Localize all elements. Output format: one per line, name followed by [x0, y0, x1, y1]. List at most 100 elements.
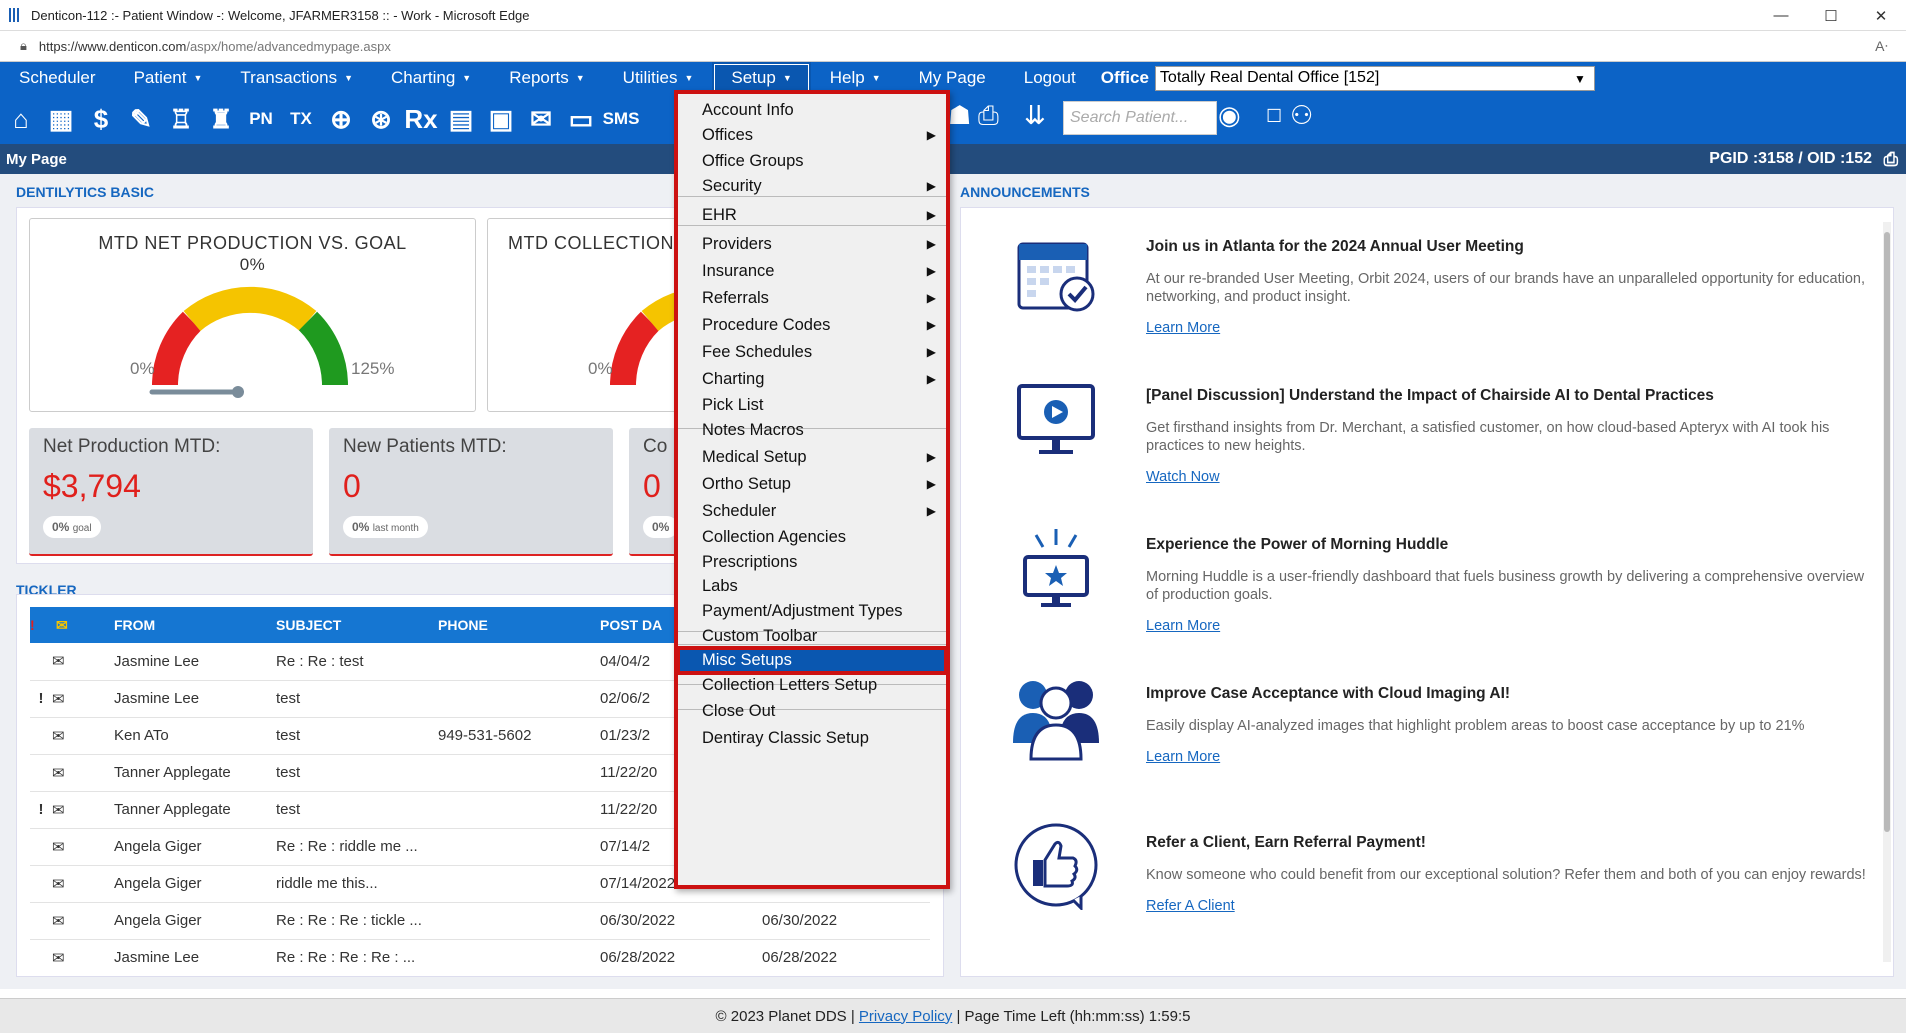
setup-menu-notes-macros[interactable]: Notes Macros	[678, 418, 946, 442]
subject-cell: Re : Re : Re : Re : ...	[276, 939, 438, 976]
setup-menu-charting[interactable]: Charting ▶	[678, 366, 946, 392]
menu-scheduler[interactable]: Scheduler	[0, 62, 115, 94]
phone-cell	[438, 754, 600, 792]
menu-logout[interactable]: Logout	[1005, 62, 1095, 94]
learn-more-link[interactable]: Learn More	[1146, 618, 1866, 634]
prescription-icon[interactable]: Rx	[403, 99, 439, 139]
priority-flag	[30, 939, 52, 976]
dollar-icon[interactable]: $	[83, 99, 119, 139]
printer-icon[interactable]: ⎙	[978, 100, 999, 132]
col-phone[interactable]: PHONE	[438, 607, 600, 643]
notes-icon[interactable]: ▤	[443, 99, 479, 139]
learn-more-link[interactable]: Learn More	[1146, 749, 1866, 765]
thumbs-up-icon	[1014, 823, 1098, 910]
announcement-body: Morning Huddle is a user-friendly dashbo…	[1146, 569, 1865, 603]
people-icon[interactable]: ☗	[948, 100, 971, 131]
setup-menu-custom-toolbar[interactable]: Custom Toolbar	[678, 624, 946, 648]
due-date-cell: 06/30/2022	[762, 902, 930, 940]
menu-item-label: Charting	[702, 369, 765, 388]
gauge-min: 0%	[588, 359, 613, 378]
priority-flag	[30, 865, 52, 903]
table-row[interactable]: ✉ Angela Giger Re : Re : Re : tickle ... 06…	[30, 902, 930, 940]
tooth-icon[interactable]: ♖	[163, 99, 199, 139]
setup-menu-pick-list[interactable]: Pick List	[678, 393, 946, 417]
table-row[interactable]: ✉ Jasmine Lee Re : Re : Re : Re : ... 06/28…	[30, 939, 930, 976]
close-button[interactable]: ✕	[1856, 0, 1906, 31]
menu-transactions[interactable]: Transactions ▼	[221, 62, 372, 94]
announcements-header: ANNOUNCEMENTS	[960, 184, 1090, 200]
mail-icon[interactable]: ✉	[523, 99, 559, 139]
print-icon[interactable]: ⎙	[1884, 149, 1898, 170]
col-from[interactable]: FROM	[114, 607, 276, 643]
setup-menu-medical-setup[interactable]: Medical Setup ▶	[678, 444, 946, 470]
maximize-button[interactable]: ☐	[1806, 0, 1856, 31]
setup-menu-labs[interactable]: Labs	[678, 574, 946, 598]
caret-down-icon: ▼	[575, 73, 585, 83]
minimize-button[interactable]: —	[1756, 0, 1806, 31]
setup-menu-insurance[interactable]: Insurance ▶	[678, 258, 946, 284]
chevron-down-icon: ▼	[1574, 71, 1586, 86]
setup-menu-offices[interactable]: Offices ▶	[678, 122, 946, 148]
privacy-policy-link[interactable]: Privacy Policy	[859, 1008, 952, 1025]
setup-menu-payment-adjustment-types[interactable]: Payment/Adjustment Types	[678, 599, 946, 623]
menu-item-label: Referrals	[702, 288, 769, 307]
submenu-arrow-icon: ▶	[926, 372, 936, 386]
envelope-icon: ✉	[52, 754, 114, 792]
col-subject[interactable]: SUBJECT	[276, 607, 438, 643]
setup-menu-close-out[interactable]: Close Out	[678, 699, 946, 724]
from-cell: Angela Giger	[114, 902, 276, 940]
from-cell: Jasmine Lee	[114, 643, 276, 681]
home-icon[interactable]: ⌂	[3, 99, 39, 139]
submenu-arrow-icon: ▶	[926, 318, 936, 332]
watch-now-link[interactable]: Watch Now	[1146, 469, 1866, 485]
print-document-icon[interactable]: ▣	[483, 99, 519, 139]
url-text[interactable]: https://www.denticon.com/aspx/home/advan…	[39, 39, 391, 54]
setup-menu-collection-agencies[interactable]: Collection Agencies	[678, 525, 946, 549]
user-search-icon[interactable]: ◉	[1218, 100, 1241, 131]
address-bar[interactable]: 🔒︎ https://www.denticon.com/aspx/home/ad…	[0, 31, 1906, 62]
office-select[interactable]: Totally Real Dental Office [152] ▼	[1154, 65, 1595, 91]
menu-item-label: EHR	[702, 205, 737, 224]
menu-charting[interactable]: Charting ▼	[372, 62, 490, 94]
phone-cell	[438, 865, 600, 903]
phone-cell	[438, 643, 600, 681]
setup-menu-account-info[interactable]: Account Info	[678, 98, 946, 122]
announcement-body: Easily display AI-analyzed images that h…	[1146, 718, 1805, 734]
subject-cell: test	[276, 680, 438, 718]
setup-menu-security[interactable]: Security ▶	[678, 173, 946, 199]
sms-icon[interactable]: SMS	[603, 99, 640, 139]
setup-menu-prescriptions[interactable]: Prescriptions	[678, 550, 946, 574]
menu-item-label: Prescriptions	[702, 552, 798, 571]
from-cell: Jasmine Lee	[114, 680, 276, 718]
progress-notes-icon[interactable]: PN	[243, 99, 279, 139]
setup-menu-procedure-codes[interactable]: Procedure Codes ▶	[678, 312, 946, 338]
chevrons-down-icon[interactable]: ⇊	[1024, 100, 1046, 131]
calendar-icon[interactable]: ▦	[43, 99, 79, 139]
setup-menu-referrals[interactable]: Referrals ▶	[678, 285, 946, 311]
add-patient-icon[interactable]: ⊕	[323, 99, 359, 139]
learn-more-link[interactable]: Learn More	[1146, 320, 1866, 336]
add-family-icon[interactable]: ⊛	[363, 99, 399, 139]
setup-menu-misc-setups[interactable]: Misc Setups	[676, 646, 948, 675]
checkbox[interactable]: ☐	[1266, 106, 1282, 127]
setup-menu-fee-schedules[interactable]: Fee Schedules ▶	[678, 339, 946, 365]
treatment-plan-icon[interactable]: TX	[283, 99, 319, 139]
read-aloud-icon[interactable]: Aᐧ	[1875, 38, 1888, 55]
search-patient-input[interactable]: Search Patient...	[1063, 101, 1217, 135]
setup-menu-ehr[interactable]: EHR ▶	[678, 202, 946, 228]
setup-menu-dentiray-classic-setup[interactable]: Dentiray Classic Setup	[678, 726, 946, 750]
group-search-icon[interactable]: ⚇	[1290, 100, 1313, 131]
setup-menu-ortho-setup[interactable]: Ortho Setup ▶	[678, 471, 946, 497]
setup-menu-collection-letters-setup[interactable]: Collection Letters Setup	[678, 673, 946, 697]
pgid-oid: PGID :3158 / OID :152	[1709, 150, 1872, 167]
setup-menu-scheduler[interactable]: Scheduler ▶	[678, 498, 946, 524]
refer-a-client-link[interactable]: Refer A Client	[1146, 898, 1866, 914]
announcements-scrollbar[interactable]	[1883, 222, 1891, 962]
edit-icon[interactable]: ✎	[123, 99, 159, 139]
tooth-chart-icon[interactable]: ♜	[203, 99, 239, 139]
menu-reports[interactable]: Reports ▼	[490, 62, 603, 94]
message-icon[interactable]: ▭	[563, 99, 599, 139]
setup-menu-office-groups[interactable]: Office Groups	[678, 149, 946, 173]
menu-patient[interactable]: Patient ▼	[115, 62, 222, 94]
setup-menu-providers[interactable]: Providers ▶	[678, 231, 946, 257]
